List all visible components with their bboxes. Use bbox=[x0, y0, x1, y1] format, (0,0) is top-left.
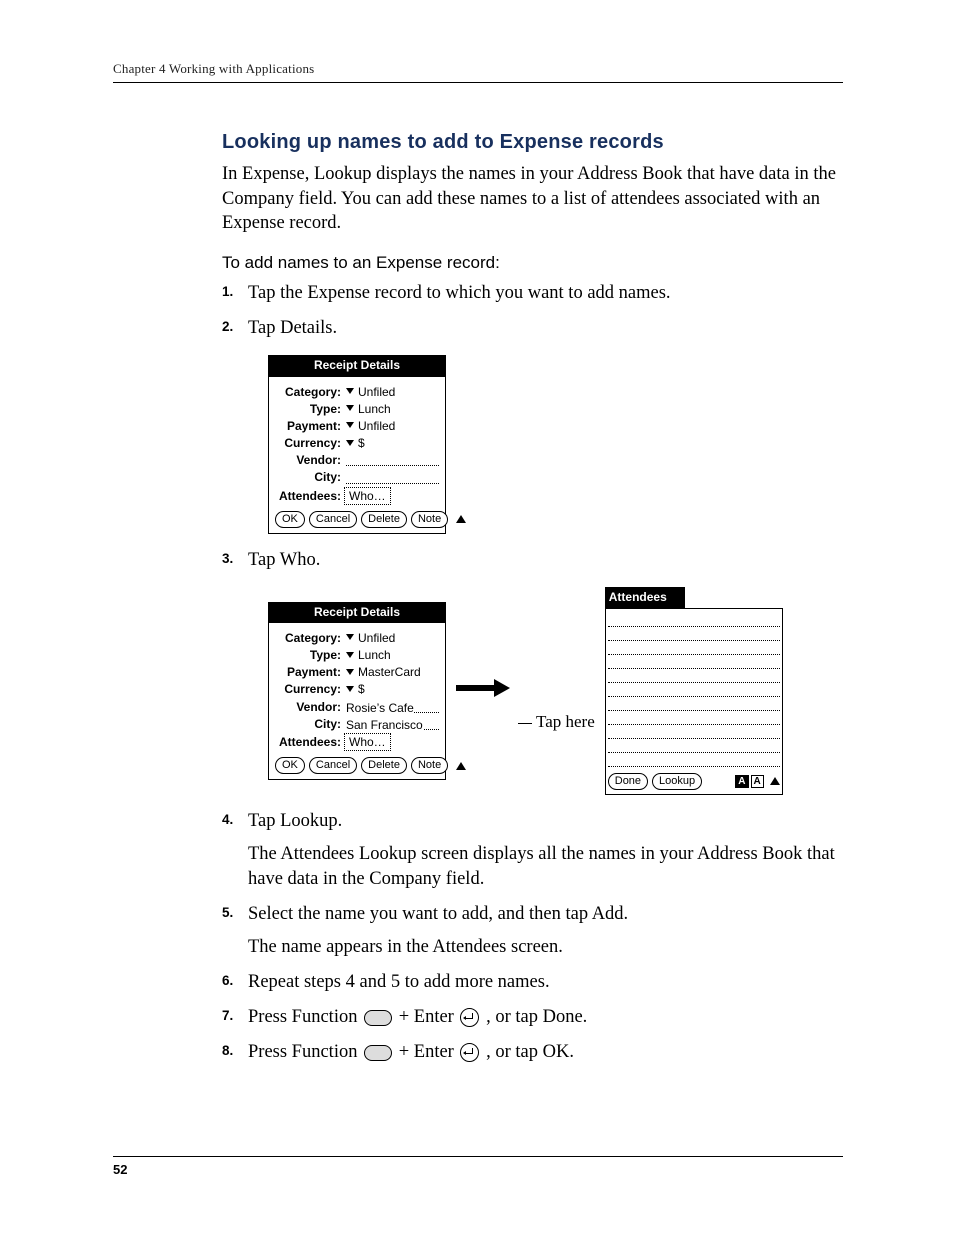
receipt-details-dialog-1: Receipt Details Category: Unfiled Type: Lu… bbox=[268, 355, 446, 534]
step-number: 2. bbox=[222, 318, 233, 336]
enter-key-icon bbox=[460, 1008, 479, 1027]
lookup-button[interactable]: Lookup bbox=[652, 773, 702, 790]
attendees-list[interactable] bbox=[608, 613, 780, 767]
running-header: Chapter 4 Working with Applications bbox=[113, 60, 843, 83]
vendor-value: Rosie’s Cafe bbox=[346, 701, 414, 715]
label-city: City: bbox=[275, 469, 344, 485]
label-type: Type: bbox=[275, 647, 344, 663]
dropdown-icon[interactable] bbox=[346, 405, 354, 411]
case-indicator-selected[interactable]: A bbox=[735, 775, 748, 788]
delete-button[interactable]: Delete bbox=[361, 511, 407, 528]
receipt-details-dialog-2: Receipt Details Category: Unfiled Type: Lu… bbox=[268, 602, 446, 781]
dialog-title: Receipt Details bbox=[268, 602, 446, 623]
arrow-icon bbox=[456, 683, 512, 693]
value-payment[interactable]: Unfiled bbox=[358, 418, 395, 434]
value-type[interactable]: Lunch bbox=[358, 647, 391, 663]
value-payment[interactable]: MasterCard bbox=[358, 664, 421, 680]
step-3: 3. Tap Who. Receipt Details Category: Unf… bbox=[222, 548, 842, 795]
value-category[interactable]: Unfiled bbox=[358, 384, 395, 400]
who-button[interactable]: Who… bbox=[344, 733, 391, 751]
dropdown-icon[interactable] bbox=[346, 669, 354, 675]
step-5: 5. Select the name you want to add, and … bbox=[222, 902, 842, 960]
label-currency: Currency: bbox=[275, 681, 344, 697]
label-payment: Payment: bbox=[275, 418, 344, 434]
step-number: 7. bbox=[222, 1007, 233, 1025]
procedure-title: To add names to an Expense record: bbox=[222, 252, 842, 275]
scroll-up-icon[interactable] bbox=[456, 762, 466, 770]
note-button[interactable]: Note bbox=[411, 511, 448, 528]
step-text: Tap the Expense record to which you want… bbox=[248, 283, 671, 303]
enter-key-icon bbox=[460, 1043, 479, 1062]
delete-button[interactable]: Delete bbox=[361, 757, 407, 774]
step-text: Tap Details. bbox=[248, 318, 337, 338]
value-currency[interactable]: $ bbox=[358, 681, 365, 697]
label-type: Type: bbox=[275, 401, 344, 417]
note-button[interactable]: Note bbox=[411, 757, 448, 774]
label-payment: Payment: bbox=[275, 664, 344, 680]
value-category[interactable]: Unfiled bbox=[358, 630, 395, 646]
step-text: Repeat steps 4 and 5 to add more names. bbox=[248, 972, 550, 992]
section-title: Looking up names to add to Expense recor… bbox=[222, 129, 842, 156]
function-key-icon bbox=[364, 1010, 392, 1026]
label-category: Category: bbox=[275, 630, 344, 646]
ok-button[interactable]: OK bbox=[275, 511, 305, 528]
label-city: City: bbox=[275, 716, 344, 732]
who-button[interactable]: Who… bbox=[344, 487, 391, 505]
city-input[interactable] bbox=[346, 472, 439, 484]
step-6: 6. Repeat steps 4 and 5 to add more name… bbox=[222, 970, 842, 995]
label-currency: Currency: bbox=[275, 435, 344, 451]
city-input[interactable]: San Francisco bbox=[346, 718, 439, 730]
dropdown-icon[interactable] bbox=[346, 686, 354, 692]
label-vendor: Vendor: bbox=[275, 452, 344, 468]
step-4-detail: The Attendees Lookup screen displays all… bbox=[248, 842, 842, 892]
city-value: San Francisco bbox=[346, 718, 423, 732]
step-7: 7. Press Function + Enter , or tap Done. bbox=[222, 1005, 842, 1030]
step-1: 1. Tap the Expense record to which you w… bbox=[222, 281, 842, 306]
step-text: Tap Who. bbox=[248, 550, 320, 570]
callout-tap-here: Tap here bbox=[518, 711, 595, 734]
step-number: 6. bbox=[222, 972, 233, 990]
dropdown-icon[interactable] bbox=[346, 422, 354, 428]
page-footer: 52 bbox=[113, 1156, 843, 1179]
case-indicator[interactable]: A bbox=[751, 775, 764, 788]
done-button[interactable]: Done bbox=[608, 773, 648, 790]
value-currency[interactable]: $ bbox=[358, 435, 365, 451]
function-key-icon bbox=[364, 1045, 392, 1061]
cancel-button[interactable]: Cancel bbox=[309, 511, 357, 528]
step-text: Select the name you want to add, and the… bbox=[248, 904, 628, 924]
step-text: Press Function + Enter , or tap Done. bbox=[248, 1007, 587, 1027]
step-8: 8. Press Function + Enter , or tap OK. bbox=[222, 1040, 842, 1065]
step-number: 8. bbox=[222, 1042, 233, 1060]
scroll-up-icon[interactable] bbox=[456, 515, 466, 523]
label-attendees: Attendees: bbox=[275, 488, 344, 504]
intro-paragraph: In Expense, Lookup displays the names in… bbox=[222, 162, 842, 237]
dropdown-icon[interactable] bbox=[346, 652, 354, 658]
step-2: 2. Tap Details. Receipt Details Category… bbox=[222, 316, 842, 533]
dropdown-icon[interactable] bbox=[346, 388, 354, 394]
page-number: 52 bbox=[113, 1162, 127, 1177]
label-vendor: Vendor: bbox=[275, 699, 344, 715]
dialog-title: Receipt Details bbox=[268, 355, 446, 376]
attendees-title: Attendees bbox=[605, 587, 685, 608]
step-4: 4. Tap Lookup. The Attendees Lookup scre… bbox=[222, 809, 842, 892]
attendees-panel: Attendees Done Lookup bbox=[605, 587, 783, 795]
ok-button[interactable]: OK bbox=[275, 757, 305, 774]
step-number: 4. bbox=[222, 811, 233, 829]
vendor-input[interactable]: Rosie’s Cafe bbox=[346, 701, 439, 713]
step-number: 5. bbox=[222, 904, 233, 922]
dropdown-icon[interactable] bbox=[346, 634, 354, 640]
step-number: 1. bbox=[222, 283, 233, 301]
step-text: Tap Lookup. bbox=[248, 811, 342, 831]
vendor-input[interactable] bbox=[346, 454, 439, 466]
step-text: Press Function + Enter , or tap OK. bbox=[248, 1042, 574, 1062]
scroll-up-icon[interactable] bbox=[770, 777, 780, 785]
dropdown-icon[interactable] bbox=[346, 440, 354, 446]
cancel-button[interactable]: Cancel bbox=[309, 757, 357, 774]
label-category: Category: bbox=[275, 384, 344, 400]
label-attendees: Attendees: bbox=[275, 734, 344, 750]
step-5-detail: The name appears in the Attendees screen… bbox=[248, 935, 842, 960]
value-type[interactable]: Lunch bbox=[358, 401, 391, 417]
step-number: 3. bbox=[222, 550, 233, 568]
